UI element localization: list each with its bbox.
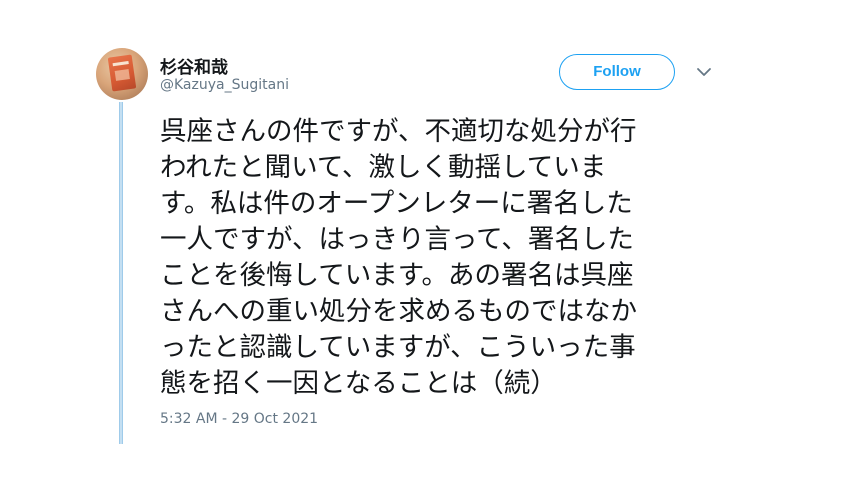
- thread-line: [119, 102, 123, 444]
- author-handle[interactable]: @Kazuya_Sugitani: [160, 77, 289, 93]
- tweet-text-line: われたと聞いて、激しく動揺していま: [160, 152, 607, 183]
- avatar[interactable]: [96, 48, 148, 100]
- tweet-text-line: ったと認識していますが、こういった事: [160, 332, 636, 363]
- follow-button[interactable]: Follow: [559, 54, 675, 90]
- avatar-image: [107, 54, 137, 92]
- tweet-card: 杉谷和哉 @Kazuya_Sugitani Follow 呉座さんの件ですが、不…: [0, 0, 856, 484]
- tweet-text-line: ことを後悔しています。あの署名は呉座: [160, 260, 634, 291]
- tweet-text-line: 呉座さんの件ですが、不適切な処分が行: [160, 116, 637, 147]
- tweet-text-line: 一人ですが、はっきり言って、署名した: [160, 224, 634, 255]
- tweet-text-line: さんへの重い処分を求めるものではなか: [160, 296, 637, 327]
- tweet-text-line: 態を招く一因となることは（続）: [160, 368, 557, 399]
- author-display-name[interactable]: 杉谷和哉: [160, 53, 228, 78]
- tweet-text-line: す。私は件のオープンレターに署名した: [160, 188, 633, 219]
- tweet-timestamp[interactable]: 5:32 AM - 29 Oct 2021: [160, 411, 318, 427]
- tweet-text: 呉座さんの件ですが、不適切な処分が行 われたと聞いて、激しく動揺していま す。私…: [160, 114, 720, 402]
- chevron-down-icon[interactable]: [694, 62, 714, 82]
